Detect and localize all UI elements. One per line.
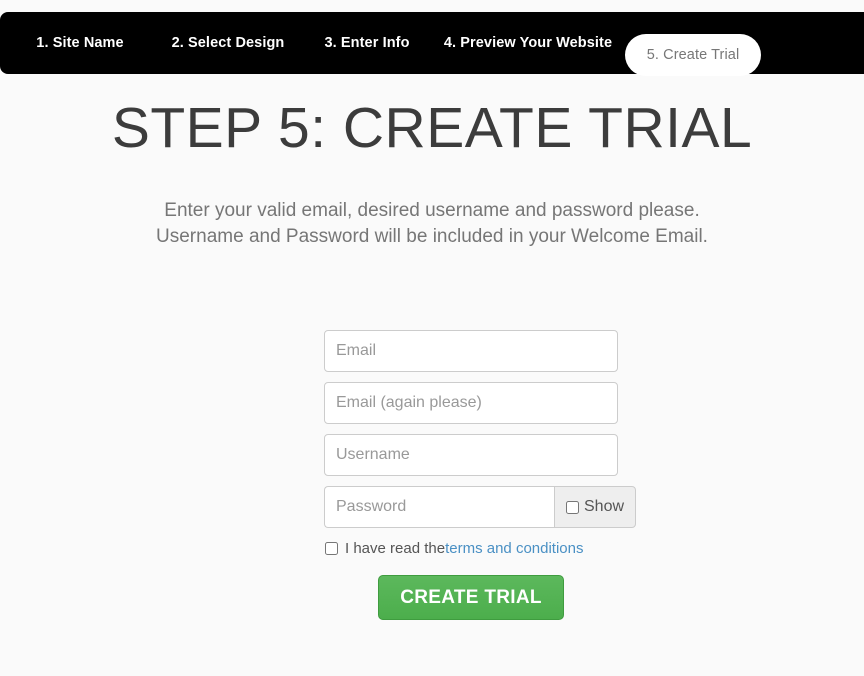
terms-text: I have read the <box>345 540 446 557</box>
step-nav-item-3-label: 3. Enter Info <box>324 35 410 51</box>
page-subtitle-line-1: Enter your valid email, desired username… <box>164 200 700 221</box>
show-password-checkbox[interactable] <box>566 500 579 514</box>
step-nav-item-1-label: 1. Site Name <box>36 35 124 51</box>
password-input-group: Show <box>324 486 637 528</box>
page-subtitle-line-2: Username and Password will be included i… <box>156 226 708 247</box>
create-trial-button[interactable]: CREATE TRIAL <box>378 575 564 620</box>
page-title: STEP 5: CREATE TRIAL <box>111 96 753 160</box>
step-nav-item-1[interactable]: 1. Site Name <box>0 12 160 74</box>
create-trial-form: Show I have read the terms and condition… <box>324 330 637 620</box>
step-nav-item-4[interactable]: 4. Preview Your Website <box>420 12 636 74</box>
step-nav-item-2[interactable]: 2. Select Design <box>140 12 316 74</box>
submit-row: CREATE TRIAL <box>324 575 618 620</box>
page-subtitle: Enter your valid email, desired username… <box>0 198 864 250</box>
terms-checkbox[interactable] <box>325 542 338 555</box>
terms-agreement-row: I have read the terms and conditions <box>325 541 618 556</box>
step-nav-item-5-active[interactable]: 5. Create Trial <box>625 34 761 76</box>
step-nav-item-2-label: 2. Select Design <box>171 35 285 51</box>
email-confirm-input[interactable] <box>324 382 618 424</box>
step-navigation: 1. Site Name 2. Select Design 3. Enter I… <box>0 12 864 76</box>
show-password-label: Show <box>584 498 625 515</box>
terms-and-conditions-link[interactable]: terms and conditions <box>445 541 583 556</box>
show-password-toggle[interactable]: Show <box>554 486 637 528</box>
password-input[interactable] <box>324 486 554 528</box>
email-input[interactable] <box>324 330 618 372</box>
step-nav-item-5-label: 5. Create Trial <box>646 47 740 63</box>
step-nav-item-4-label: 4. Preview Your Website <box>443 35 613 51</box>
username-input[interactable] <box>324 434 618 476</box>
